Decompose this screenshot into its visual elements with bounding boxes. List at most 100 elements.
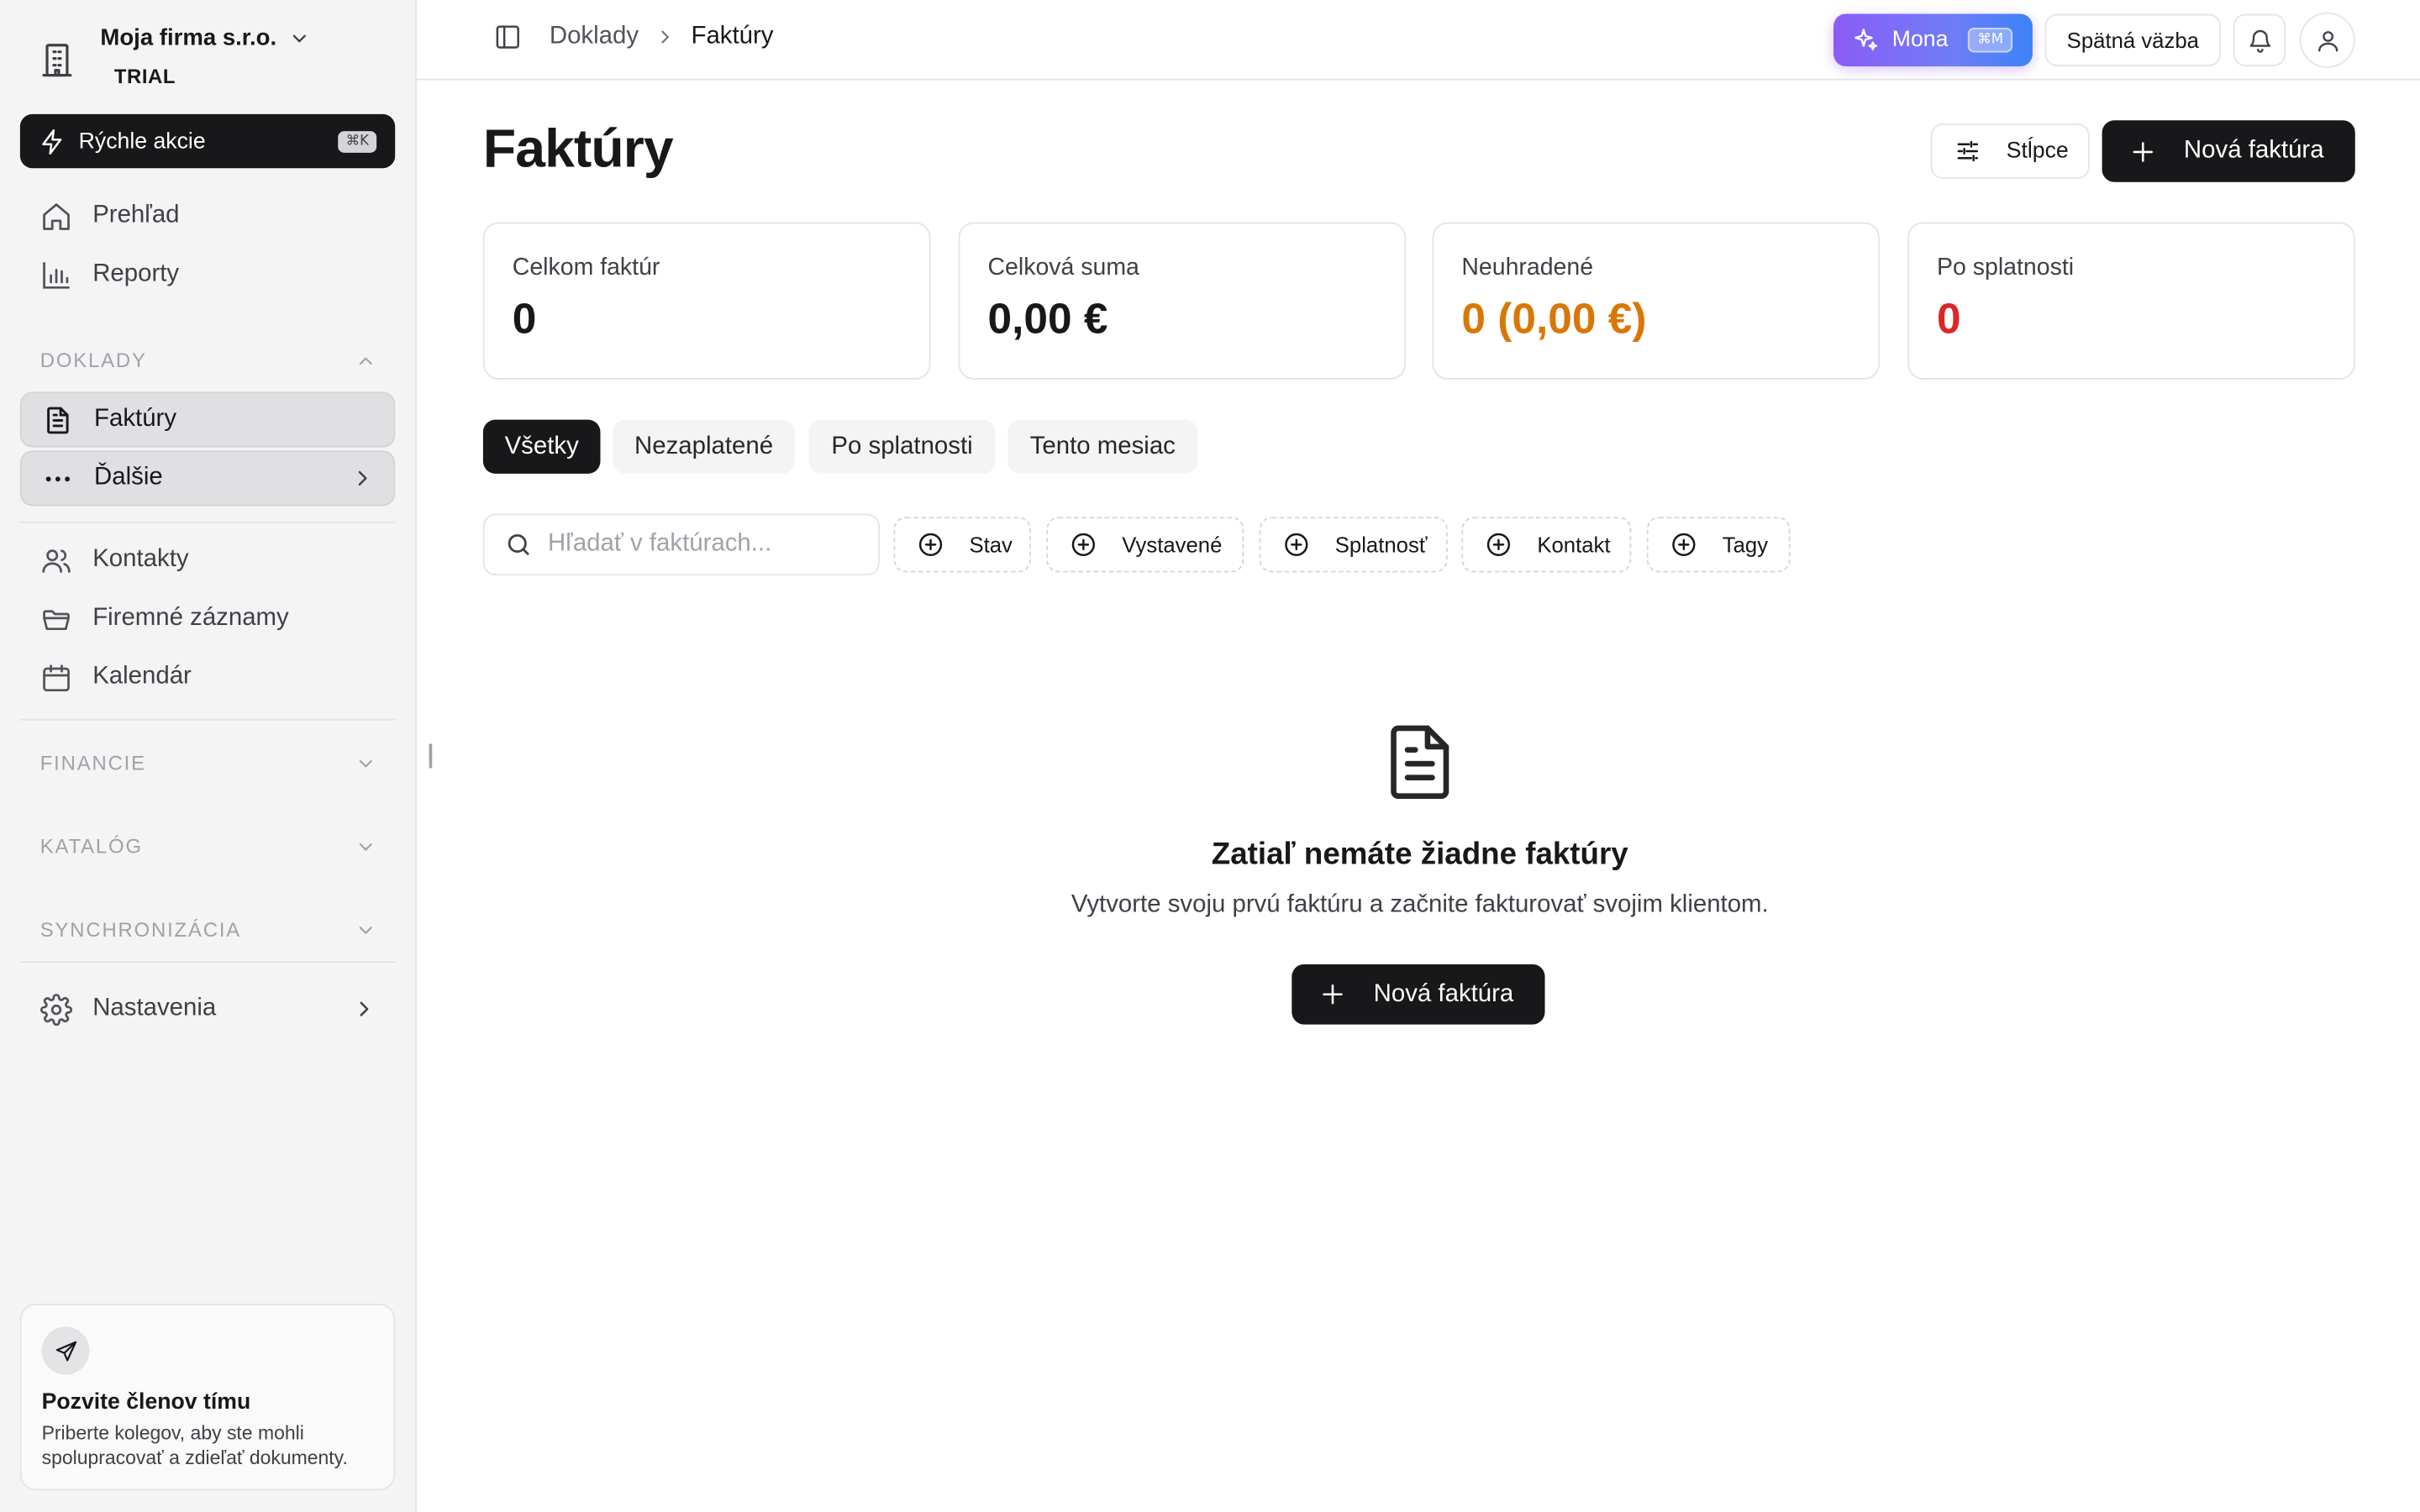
- quick-actions-button[interactable]: Rýchle akcie ⌘K: [19, 113, 396, 169]
- company-switcher[interactable]: Moja firma s.r.o. TRIAL: [37, 22, 310, 88]
- plus-icon: [1323, 984, 1343, 1005]
- stat-card-total-invoices: Celkom faktúr 0: [482, 222, 931, 380]
- tab-unpaid[interactable]: Nezaplatené: [613, 419, 795, 474]
- sidebar-toggle-icon[interactable]: [494, 24, 522, 51]
- stat-card-overdue: Po splatnosti 0: [1907, 222, 2355, 380]
- plus-circle-icon: [918, 533, 943, 556]
- bar-chart-icon: [43, 261, 70, 288]
- invite-title: Pozvite členov tímu: [41, 1389, 251, 1415]
- filter-status[interactable]: Stav: [893, 517, 1031, 573]
- send-icon: [55, 1340, 76, 1361]
- sidebar-item-reports[interactable]: Reporty: [20, 247, 395, 302]
- tab-all[interactable]: Všetky: [482, 419, 601, 474]
- stat-label: Celková suma: [987, 255, 1139, 281]
- sliders-icon: [1957, 140, 1979, 162]
- sidebar-item-invoices[interactable]: Faktúry: [19, 391, 396, 448]
- filter-label: Splatnosť: [1334, 532, 1428, 558]
- filter-label: Tagy: [1722, 532, 1769, 558]
- sidebar-item-overview[interactable]: Prehľad: [20, 188, 395, 244]
- users-icon: [42, 549, 71, 572]
- stat-label: Celkom faktúr: [512, 255, 660, 281]
- file-text-icon: [1391, 725, 1449, 800]
- chevron-up-icon: [359, 356, 372, 365]
- plus-circle-icon: [1071, 533, 1096, 556]
- filter-label: Stav: [969, 532, 1013, 558]
- sidebar-item-label: Kalendár: [92, 663, 192, 690]
- feedback-button[interactable]: Spätná väzba: [2044, 13, 2222, 66]
- page-title: Faktúry: [482, 118, 674, 180]
- sidebar-item-label: Ďalšie: [94, 464, 163, 491]
- mona-assistant-button[interactable]: Mona ⌘M: [1833, 13, 2033, 66]
- invite-card[interactable]: Pozvite členov tímu Priberte kolegov, ab…: [19, 1304, 396, 1491]
- section-doklady[interactable]: DOKLADY: [40, 349, 376, 372]
- new-invoice-label: Nová faktúra: [1373, 980, 1514, 1007]
- stat-label: Neuhradené: [1461, 255, 1594, 281]
- invite-text: Priberte kolegov, aby ste mohli spolupra…: [41, 1422, 348, 1469]
- new-invoice-button[interactable]: Nová faktúra: [2102, 120, 2355, 182]
- stat-value: 0: [512, 294, 537, 343]
- stat-card-unpaid: Neuhradené 0 (0,00 €): [1432, 222, 1881, 380]
- filter-issued[interactable]: Vystavené: [1046, 517, 1244, 573]
- columns-label: Stĺpce: [2006, 139, 2069, 164]
- columns-button[interactable]: Stĺpce: [1930, 123, 2090, 180]
- stat-card-total-amount: Celková suma 0,00 €: [958, 222, 1407, 380]
- stat-value: 0 (0,00 €): [1461, 294, 1647, 343]
- section-label: SYNCHRONIZÁCIA: [39, 917, 242, 942]
- chevron-down-icon: [359, 759, 372, 767]
- filter-contact[interactable]: Kontakt: [1461, 517, 1632, 573]
- notifications-button[interactable]: [2233, 13, 2286, 66]
- sidebar-item-label: Firemné záznamy: [92, 604, 289, 632]
- breadcrumb: Doklady Faktúry: [494, 24, 773, 51]
- stat-label: Po splatnosti: [1937, 255, 2075, 281]
- section-financie[interactable]: FINANCIE: [40, 751, 376, 774]
- sidebar-item-label: Kontakty: [92, 546, 189, 573]
- folder-icon: [43, 609, 70, 630]
- filter-due[interactable]: Splatnosť: [1259, 517, 1448, 573]
- tab-this-month[interactable]: Tento mesiac: [1007, 419, 1198, 474]
- plan-badge: TRIAL: [113, 65, 176, 88]
- main-content: Doklady Faktúry Mona ⌘M Spätná väzba Fak…: [416, 0, 2420, 1512]
- section-label: FINANCIE: [39, 751, 146, 775]
- divider: [19, 961, 396, 963]
- stat-value: 0: [1937, 294, 1961, 343]
- sidebar-item-contacts[interactable]: Kontakty: [20, 533, 395, 588]
- shortcut-badge: ⌘K: [338, 130, 377, 152]
- file-text-icon: [47, 406, 69, 433]
- sidebar-item-label: Faktúry: [94, 406, 177, 433]
- sidebar-item-more[interactable]: Ďalšie: [19, 450, 396, 507]
- chevron-down-icon: [359, 926, 372, 933]
- user-menu-button[interactable]: [2299, 12, 2355, 68]
- chevron-down-icon: [359, 843, 372, 850]
- gear-icon: [40, 993, 73, 1026]
- shortcut-badge: ⌘M: [1968, 28, 2013, 53]
- bell-icon: [2249, 29, 2270, 52]
- chevron-right-icon: [660, 30, 669, 44]
- filter-label: Kontakt: [1537, 532, 1611, 558]
- feedback-label: Spätná väzba: [2066, 28, 2199, 53]
- plus-circle-icon: [1285, 533, 1308, 556]
- search-input[interactable]: [548, 530, 857, 559]
- calendar-icon: [43, 664, 70, 691]
- home-icon: [43, 202, 70, 229]
- empty-new-invoice-button[interactable]: Nová faktúra: [1292, 963, 1545, 1025]
- section-synchronizacia[interactable]: SYNCHRONIZÁCIA: [39, 917, 376, 942]
- section-label: KATALÓG: [39, 834, 143, 858]
- sidebar-item-calendar[interactable]: Kalendár: [20, 649, 395, 705]
- section-label: DOKLADY: [39, 349, 147, 372]
- app-root: Moja firma s.r.o. TRIAL Rýchle akcie ⌘K …: [0, 0, 2420, 1512]
- invite-icon-circle: [41, 1326, 90, 1375]
- section-katalog[interactable]: KATALÓG: [40, 835, 376, 858]
- more-horizontal-icon: [45, 475, 71, 481]
- breadcrumb-parent[interactable]: Doklady: [550, 24, 639, 51]
- building-icon: [42, 44, 72, 77]
- new-invoice-label: Nová faktúra: [2183, 137, 2324, 164]
- filter-tags[interactable]: Tagy: [1646, 517, 1791, 573]
- chevron-down-icon: [293, 34, 307, 43]
- lightning-icon: [42, 129, 62, 155]
- mona-label: Mona: [1891, 28, 1949, 53]
- stat-value: 0,00 €: [987, 294, 1108, 343]
- sidebar-item-company-records[interactable]: Firemné záznamy: [20, 591, 395, 646]
- tab-overdue[interactable]: Po splatnosti: [808, 419, 996, 474]
- chevron-right-icon: [358, 470, 367, 486]
- sidebar-item-settings[interactable]: Nastavenia: [20, 981, 395, 1037]
